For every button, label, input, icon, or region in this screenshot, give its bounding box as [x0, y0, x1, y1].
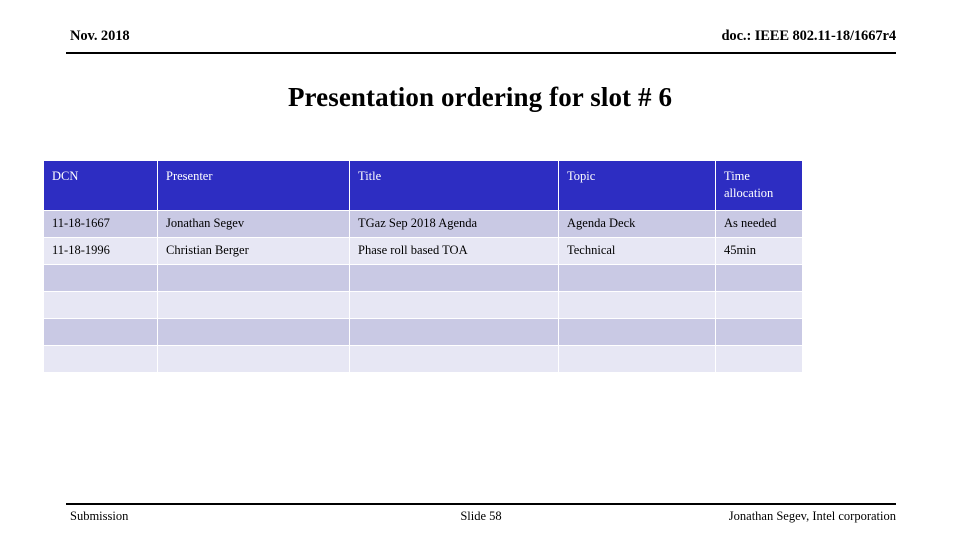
table-row: [44, 265, 802, 291]
table-header-row: DCN Presenter Title Topic Time allocatio…: [44, 161, 802, 210]
header-document-id: doc.: IEEE 802.11-18/1667r4: [721, 28, 896, 44]
cell-title: TGaz Sep 2018 Agenda: [350, 211, 558, 237]
cell-dcn: 11-18-1996: [44, 238, 157, 264]
cell-time: As needed: [716, 211, 802, 237]
cell-topic: Agenda Deck: [559, 211, 715, 237]
cell-time: [716, 265, 802, 291]
cell-title: [350, 319, 558, 345]
footer-author: Jonathan Segev, Intel corporation: [728, 509, 896, 523]
cell-topic: Technical: [559, 238, 715, 264]
cell-title: [350, 346, 558, 372]
column-header-dcn: DCN: [44, 161, 157, 210]
table-row: 11-18-1996 Christian Berger Phase roll b…: [44, 238, 802, 264]
cell-presenter: Christian Berger: [158, 238, 349, 264]
column-header-presenter: Presenter: [158, 161, 349, 210]
cell-presenter: [158, 319, 349, 345]
table-row: 11-18-1667 Jonathan Segev TGaz Sep 2018 …: [44, 211, 802, 237]
presentation-ordering-table: DCN Presenter Title Topic Time allocatio…: [43, 160, 803, 373]
cell-time: [716, 346, 802, 372]
cell-title: [350, 292, 558, 318]
cell-presenter: [158, 346, 349, 372]
cell-presenter: [158, 292, 349, 318]
column-header-title: Title: [350, 161, 558, 210]
header-date: Nov. 2018: [70, 28, 130, 44]
column-header-time-allocation: Time allocation: [716, 161, 802, 210]
column-header-topic: Topic: [559, 161, 715, 210]
cell-dcn: [44, 346, 157, 372]
cell-dcn: [44, 292, 157, 318]
cell-topic: [559, 319, 715, 345]
table-row: [44, 346, 802, 372]
page-title: Presentation ordering for slot # 6: [287, 82, 673, 112]
cell-dcn: [44, 319, 157, 345]
cell-topic: [559, 265, 715, 291]
cell-title: Phase roll based TOA: [350, 238, 558, 264]
slide-header: Nov. 2018 doc.: IEEE 802.11-18/1667r4: [66, 28, 896, 54]
cell-time: [716, 319, 802, 345]
cell-dcn: 11-18-1667: [44, 211, 157, 237]
cell-dcn: [44, 265, 157, 291]
slide-footer: Submission Slide 58 Jonathan Segev, Inte…: [66, 503, 896, 527]
cell-presenter: [158, 265, 349, 291]
cell-time: [716, 292, 802, 318]
table-row: [44, 319, 802, 345]
table-row: [44, 292, 802, 318]
cell-presenter: Jonathan Segev: [158, 211, 349, 237]
cell-topic: [559, 346, 715, 372]
cell-topic: [559, 292, 715, 318]
cell-time: 45min: [716, 238, 802, 264]
cell-title: [350, 265, 558, 291]
